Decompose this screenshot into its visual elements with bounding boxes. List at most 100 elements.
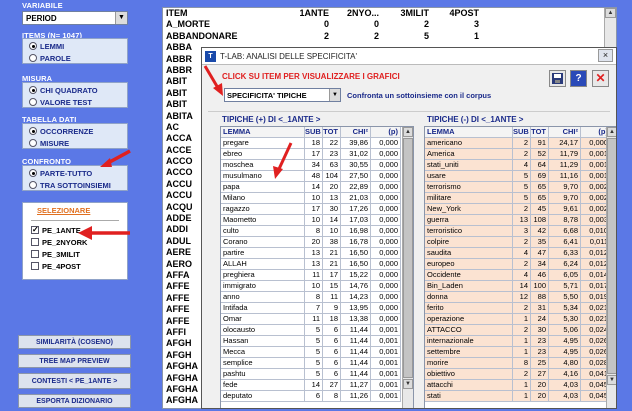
contesti-button[interactable]: CONTESTI < PE_1ANTE > xyxy=(18,373,131,389)
esporta-dizionario-button[interactable]: ESPORTA DIZIONARIO xyxy=(18,394,131,408)
scroll-thumb[interactable] xyxy=(607,138,616,374)
table-row[interactable]: Hassan 5 6 11,44 0,001 xyxy=(221,336,413,347)
table-row[interactable]: partire 13 21 16,50 0,000 xyxy=(221,248,413,259)
table-row[interactable]: Bin_Laden 14 100 5,71 0,017 xyxy=(425,281,616,292)
table-row[interactable]: morire 8 25 4,80 0,028 xyxy=(425,358,616,369)
scroll-down-icon[interactable]: ▼ xyxy=(403,379,413,389)
table-row[interactable]: internazionale 1 23 4,95 0,026 xyxy=(425,336,616,347)
check-pe-3milit[interactable]: PE_3MILIT xyxy=(31,248,119,260)
scroll-thumb[interactable] xyxy=(403,138,413,378)
column-header[interactable]: LEMMA xyxy=(221,127,305,138)
radio-dot[interactable] xyxy=(29,86,37,94)
radio-dot[interactable] xyxy=(29,42,37,50)
help-icon[interactable]: ? xyxy=(570,70,587,87)
compare-link[interactable]: Confronta un sottoinsieme con il corpus xyxy=(347,91,491,100)
column-header[interactable]: TOT xyxy=(531,127,549,138)
right-specificity-table[interactable]: LEMMA SUB TOT CHI² (p) americano 2 91 24,17 0,000… xyxy=(424,126,616,408)
radio-occorrenze[interactable]: OCCORRENZE xyxy=(29,125,121,137)
table-row[interactable]: militare 5 65 9,70 0,002 xyxy=(425,193,616,204)
check-pe-4post[interactable]: PE_4POST xyxy=(31,260,119,272)
column-header[interactable]: LEMMA xyxy=(425,127,513,138)
table-row[interactable]: operazione 1 24 5,30 0,021 xyxy=(425,314,616,325)
scroll-up-icon[interactable]: ▲ xyxy=(403,127,413,137)
table-row[interactable]: ALLAH 13 21 16,50 0,000 xyxy=(221,259,413,270)
close-red-icon[interactable]: ✕ xyxy=(592,70,609,87)
table-row[interactable]: olocausto 5 6 11,44 0,001 xyxy=(221,325,413,336)
column-header[interactable]: CHI² xyxy=(549,127,581,138)
chevron-down-icon[interactable]: ▼ xyxy=(115,12,127,24)
table-row[interactable]: Mecca 5 6 11,44 0,001 xyxy=(221,347,413,358)
radio-dot[interactable] xyxy=(29,127,37,135)
radio-parole[interactable]: PAROLE xyxy=(29,52,121,64)
table-row[interactable]: americano 2 91 24,17 0,000 xyxy=(425,138,616,149)
column-header[interactable]: SUB xyxy=(513,127,531,138)
mode-select[interactable]: SPECIFICITA' TIPICHE ▼ xyxy=(224,88,341,102)
radio-tra-sottoinsiemi[interactable]: TRA SOTTOINSIEMI xyxy=(29,179,121,191)
table-row[interactable]: obiettivo 2 27 4,16 0,041 xyxy=(425,369,616,380)
table-row[interactable]: stati 1 20 4,03 0,045 xyxy=(425,391,616,402)
radio-lemmi[interactable]: LEMMI xyxy=(29,40,121,52)
table-row[interactable]: Intifada 7 9 13,95 0,000 xyxy=(221,303,413,314)
scroll-up-icon[interactable]: ▲ xyxy=(605,8,616,18)
table-row[interactable]: terroristico 3 42 6,68 0,010 xyxy=(425,226,616,237)
table-row[interactable]: pashtu 5 6 11,44 0,001 xyxy=(221,369,413,380)
table-row[interactable]: ABBANDONARE 2 2 5 1 xyxy=(163,31,616,42)
table-row[interactable]: immigrato 10 15 14,76 0,000 xyxy=(221,281,413,292)
close-icon[interactable]: × xyxy=(598,49,613,62)
table-row[interactable]: ATTACCO 2 30 5,06 0,024 xyxy=(425,325,616,336)
table-row[interactable]: pregare 18 22 39,86 0,000 xyxy=(221,138,413,149)
table-row[interactable]: America 2 52 11,79 0,001 xyxy=(425,149,616,160)
table-row[interactable]: donna 12 88 5,50 0,019 xyxy=(425,292,616,303)
table-row[interactable]: Omar 11 18 13,38 0,000 xyxy=(221,314,413,325)
table-row[interactable]: terrorismo 5 65 9,70 0,002 xyxy=(425,182,616,193)
save-button[interactable] xyxy=(549,70,566,87)
checkbox-checked-icon[interactable]: ✓ xyxy=(31,226,39,234)
tree-map-preview-button[interactable]: TREE MAP PREVIEW xyxy=(18,354,131,368)
table-row[interactable]: Occidente 4 46 6,05 0,014 xyxy=(425,270,616,281)
table-row[interactable]: Corano 20 38 16,78 0,000 xyxy=(221,237,413,248)
right-table-scrollbar[interactable]: ▲ ▼ xyxy=(606,127,616,408)
left-table-scrollbar[interactable]: ▲ ▼ xyxy=(402,127,413,408)
table-row[interactable]: culto 8 10 16,98 0,000 xyxy=(221,226,413,237)
table-row[interactable]: attacchi 1 20 4,03 0,045 xyxy=(425,380,616,391)
scroll-up-icon[interactable]: ▲ xyxy=(607,127,616,137)
table-row[interactable]: papa 14 20 22,89 0,000 xyxy=(221,182,413,193)
radio-valore-test[interactable]: VALORE TEST xyxy=(29,96,121,108)
table-row[interactable]: fede 14 27 11,27 0,001 xyxy=(221,380,413,391)
left-specificity-table[interactable]: LEMMA SUB TOT CHI² (p) pregare 18 22 39,86 0,000 e… xyxy=(220,126,414,408)
checkbox-icon[interactable] xyxy=(31,262,39,270)
radio-dot[interactable] xyxy=(29,169,37,177)
checkbox-icon[interactable] xyxy=(31,238,39,246)
table-row[interactable]: colpire 2 35 6,41 0,011 xyxy=(425,237,616,248)
variabile-select[interactable]: PERIOD ▼ xyxy=(22,11,128,25)
table-row[interactable]: preghiera 11 17 15,22 0,000 xyxy=(221,270,413,281)
table-row[interactable]: anno 8 11 14,23 0,000 xyxy=(221,292,413,303)
table-row[interactable]: semplice 5 6 11,44 0,001 xyxy=(221,358,413,369)
table-row[interactable]: guerra 13 108 8,78 0,003 xyxy=(425,215,616,226)
radio-dot[interactable] xyxy=(29,54,37,62)
table-row[interactable]: deputato 6 8 11,26 0,001 xyxy=(221,391,413,402)
table-row[interactable]: A_MORTE 0 0 2 3 xyxy=(163,19,616,30)
chevron-down-icon[interactable]: ▼ xyxy=(329,89,340,101)
checkbox-icon[interactable] xyxy=(31,250,39,258)
table-row[interactable]: Milano 10 13 21,03 0,000 xyxy=(221,193,413,204)
table-row[interactable]: saudita 4 47 6,33 0,012 xyxy=(425,248,616,259)
table-row[interactable]: musulmano 48 104 27,50 0,000 xyxy=(221,171,413,182)
column-header[interactable]: (p) xyxy=(371,127,401,138)
table-row[interactable]: europeo 2 34 6,24 0,012 xyxy=(425,259,616,270)
radio-dot[interactable] xyxy=(29,181,37,189)
column-header[interactable]: SUB xyxy=(305,127,323,138)
table-row[interactable]: Maometto 10 14 17,03 0,000 xyxy=(221,215,413,226)
scroll-down-icon[interactable]: ▼ xyxy=(607,375,616,385)
radio-dot[interactable] xyxy=(29,98,37,106)
column-header[interactable]: CHI² xyxy=(341,127,371,138)
table-row[interactable]: ebreo 17 23 31,02 0,000 xyxy=(221,149,413,160)
table-row[interactable]: usare 5 69 11,16 0,001 xyxy=(425,171,616,182)
table-row[interactable]: ragazzo 17 30 17,26 0,000 xyxy=(221,204,413,215)
table-row[interactable]: moschea 34 63 30,55 0,000 xyxy=(221,160,413,171)
radio-dot[interactable] xyxy=(29,139,37,147)
table-row[interactable]: stati_uniti 4 64 11,29 0,001 xyxy=(425,160,616,171)
similarita-button[interactable]: SIMILARITÀ (COSENO) xyxy=(18,335,131,349)
column-header[interactable]: TOT xyxy=(323,127,341,138)
radio-chi-quadrato[interactable]: CHI QUADRATO xyxy=(29,84,121,96)
